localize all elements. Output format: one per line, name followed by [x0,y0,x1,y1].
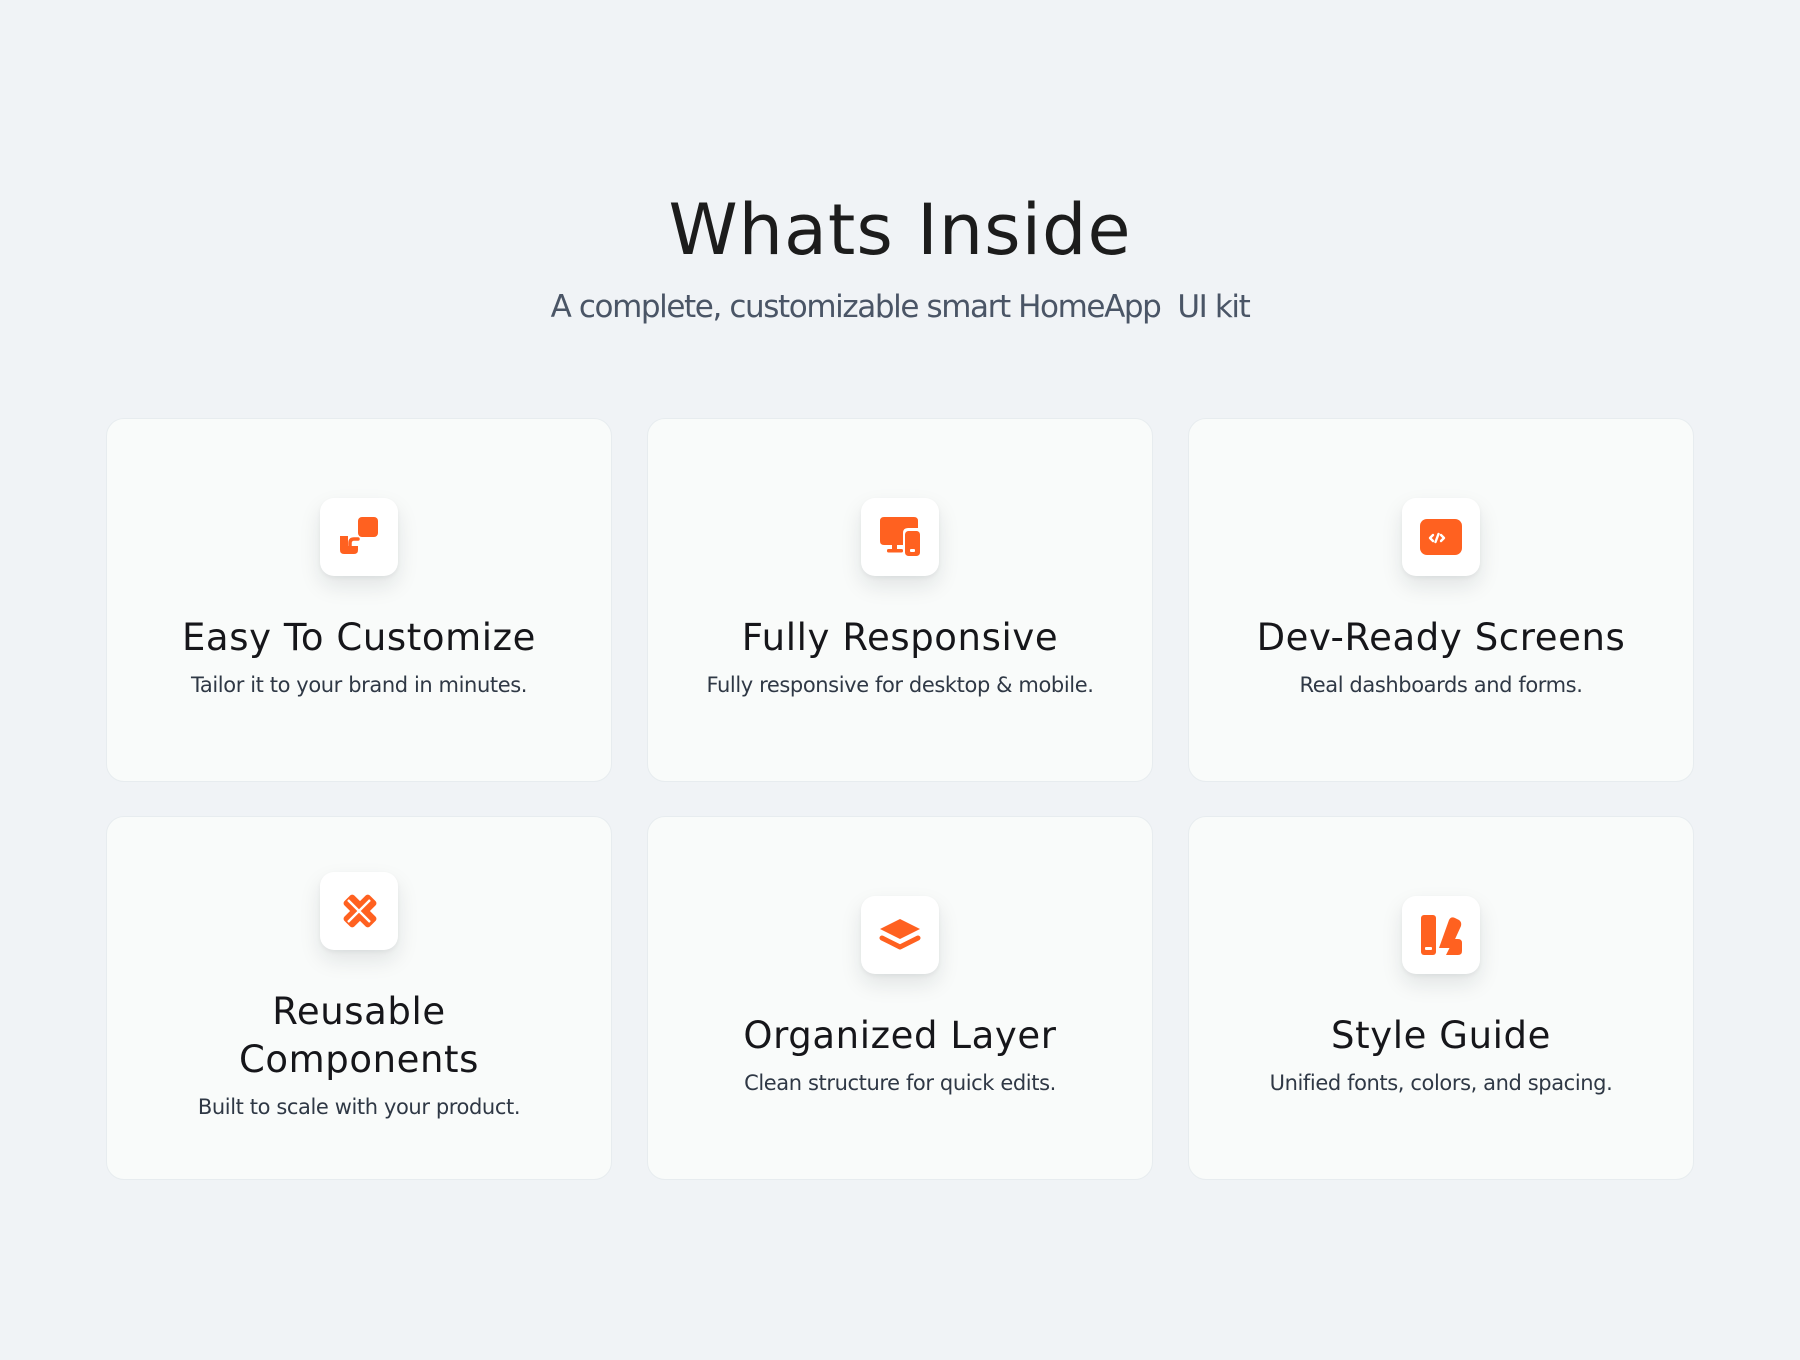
feature-title: Style Guide [1331,1014,1551,1057]
feature-card-layers: Organized Layer Clean structure for quic… [647,816,1153,1180]
page-subtitle: A complete, customizable smart HomeApp U… [550,289,1251,325]
feature-description: Built to scale with your product. [197,1095,521,1119]
feature-card-style-guide: Style Guide Unified fonts, colors, and s… [1188,816,1694,1180]
feature-title: Fully Responsive [741,616,1059,659]
feature-description: Real dashboards and forms. [1299,673,1583,697]
feature-card-customize: Easy To Customize Tailor it to your bran… [106,418,612,782]
devices-icon [861,498,939,576]
feature-card-responsive: Fully Responsive Fully responsive for de… [647,418,1153,782]
page-header: Whats Inside A complete, customizable sm… [0,180,1800,332]
feature-description: Fully responsive for desktop & mobile. [706,673,1094,697]
features-grid: Easy To Customize Tailor it to your bran… [106,418,1694,1180]
feature-title: Organized Layer [743,1014,1057,1057]
feature-card-components: Reusable Components Built to scale with … [106,816,612,1180]
swatch-icon [1402,896,1480,974]
feature-description: Tailor it to your brand in minutes. [190,673,528,697]
feature-description: Unified fonts, colors, and spacing. [1269,1071,1613,1095]
feature-description: Clean structure for quick edits. [744,1071,1056,1095]
customize-icon [320,498,398,576]
feature-title: Reusable Components [238,990,480,1081]
feature-title: Dev-Ready Screens [1256,616,1626,659]
layers-icon [861,896,939,974]
page-title: Whats Inside [668,189,1132,271]
pencil-ruler-icon [320,872,398,950]
feature-title: Easy To Customize [181,616,537,659]
code-screen-icon [1402,498,1480,576]
feature-card-dev-ready: Dev-Ready Screens Real dashboards and fo… [1188,418,1694,782]
